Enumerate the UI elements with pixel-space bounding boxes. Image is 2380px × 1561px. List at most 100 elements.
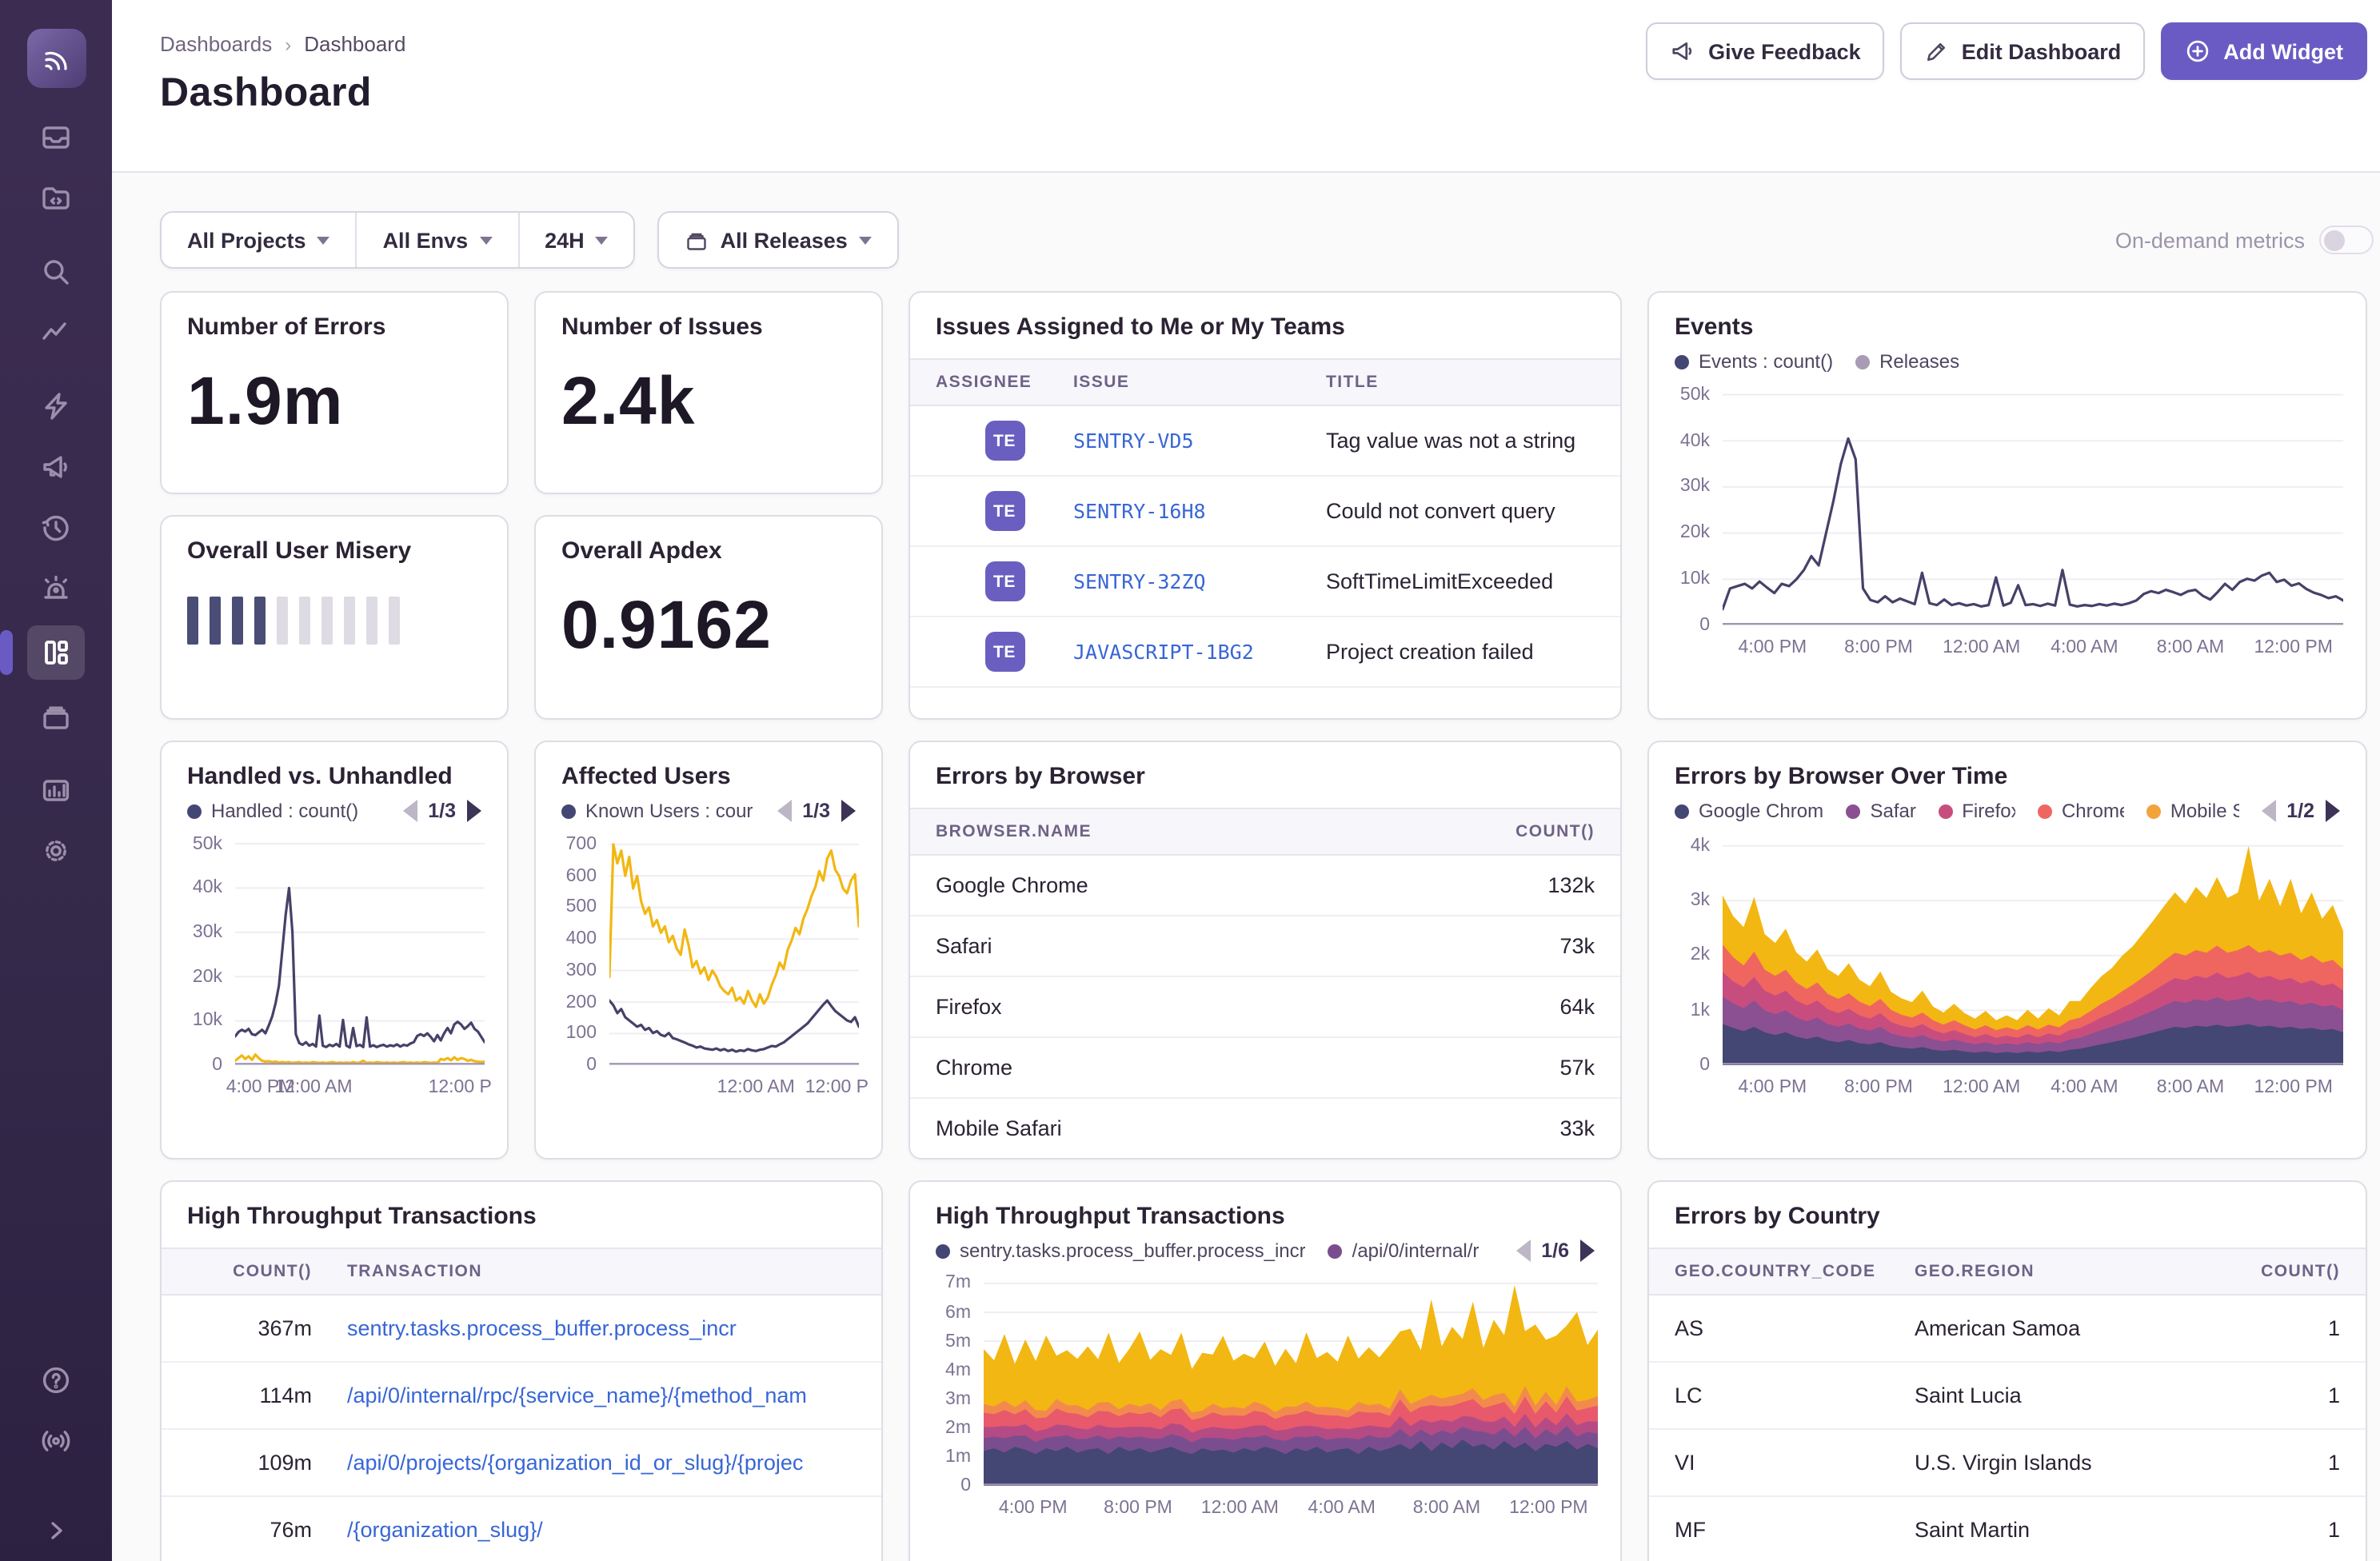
widget-number-of-issues[interactable]: Number of Issues 2.4k [534, 291, 883, 494]
sidebar-item-stats[interactable] [27, 766, 85, 814]
page-prev-icon[interactable] [1515, 1240, 1530, 1262]
widget-affected-users[interactable]: Affected Users Known Users : cour1/3 010… [534, 741, 883, 1160]
legend-item[interactable]: Google Chrome [1675, 800, 1824, 822]
table-row[interactable]: Chrome57k [910, 1038, 1620, 1099]
breadcrumb-dashboards[interactable]: Dashboards [160, 32, 272, 56]
page-prev-icon[interactable] [2261, 800, 2275, 822]
help-icon[interactable] [27, 1356, 85, 1404]
sidebar-item-queries-lightning[interactable] [27, 382, 85, 430]
chevron-down-icon [859, 236, 872, 244]
table-row[interactable]: TEJAVASCRIPT-1BG2Project creation failed [910, 617, 1620, 688]
legend-item[interactable]: Safari [1847, 800, 1916, 822]
project-filter[interactable]: All Projects [162, 213, 356, 267]
table-row[interactable]: TESENTRY-16H8Could not convert query [910, 477, 1620, 547]
widget-apdex[interactable]: Overall Apdex 0.9162 [534, 515, 883, 720]
table-row[interactable]: TESENTRY-32ZQSoftTimeLimitExceeded [910, 547, 1620, 617]
assignee-badge[interactable]: TE [984, 421, 1024, 461]
sentry-logo[interactable] [26, 29, 86, 88]
x-axis: 12:00 AM12:00 P [609, 1075, 862, 1107]
legend-item[interactable]: Events : count() [1675, 350, 1833, 373]
sidebar-item-dashboards[interactable] [27, 625, 85, 680]
widget-high-throughput-table[interactable]: High Throughput Transactions COUNT()TRAN… [160, 1180, 883, 1561]
assignee-badge[interactable]: TE [984, 632, 1024, 672]
sidebar-item-releases[interactable] [27, 693, 85, 741]
add-widget-button[interactable]: Add Widget [2161, 22, 2367, 80]
table-row[interactable]: Mobile Safari33k [910, 1099, 1620, 1160]
page-next-icon[interactable] [1580, 1240, 1595, 1262]
table-row[interactable]: Firefox64k [910, 977, 1620, 1038]
legend-item[interactable]: sentry.tasks.process_buffer.process_incr [936, 1240, 1306, 1262]
x-axis: 4:00 PM12:00 AM12:00 P [235, 1075, 488, 1107]
chevron-down-icon [479, 236, 492, 244]
sidebar-item-replays[interactable] [27, 504, 85, 552]
legend-dot [936, 1244, 950, 1258]
date-range-filter[interactable]: 24H [517, 213, 634, 267]
table-row[interactable]: 114m/api/0/internal/rpc/{service_name}/{… [162, 1363, 881, 1430]
table-row[interactable]: TESENTRY-VD5Tag value was not a string [910, 406, 1620, 477]
widget-errors-by-browser[interactable]: Errors by Browser BROWSER.NAMECOUNT()Goo… [908, 741, 1622, 1160]
page-next-icon[interactable] [2326, 800, 2340, 822]
widget-number-of-errors[interactable]: Number of Errors 1.9m [160, 291, 509, 494]
legend-dot [1855, 354, 1870, 369]
broadcast-icon[interactable] [27, 1417, 85, 1465]
sidebar-collapse-icon[interactable] [27, 1507, 85, 1555]
assignee-badge[interactable]: TE [984, 561, 1024, 601]
legend-item[interactable]: Releases [1855, 350, 1959, 373]
chart-legend: Handled : count()1/3 [162, 790, 507, 822]
table-header: BROWSER.NAMECOUNT() [910, 808, 1620, 856]
table-row[interactable]: MFSaint Martin1 [1649, 1497, 2366, 1561]
widget-errors-by-browser-over-time[interactable]: Errors by Browser Over Time Google Chrom… [1647, 741, 2367, 1160]
edit-dashboard-button[interactable]: Edit Dashboard [1901, 22, 2146, 80]
sidebar-item-user-feedback[interactable] [27, 443, 85, 491]
sidebar-item-settings-gear[interactable] [27, 827, 85, 875]
affected-users-line-chart[interactable] [609, 835, 859, 1065]
widget-handled-vs-unhandled[interactable]: Handled vs. Unhandled Handled : count()1… [160, 741, 509, 1160]
legend-item[interactable]: Mobile S [2146, 800, 2238, 822]
sidebar-item-performance[interactable] [27, 309, 85, 357]
legend-item[interactable]: Known Users : cour [561, 800, 753, 822]
table-row[interactable]: LCSaint Lucia1 [1649, 1363, 2366, 1430]
legend-dot [2146, 804, 2161, 818]
events-line-chart[interactable] [1723, 385, 2343, 625]
table-row[interactable]: 367msentry.tasks.process_buffer.process_… [162, 1296, 881, 1363]
widget-high-throughput-chart[interactable]: High Throughput Transactions sentry.task… [908, 1180, 1622, 1561]
widget-errors-by-country[interactable]: Errors by Country GEO.COUNTRY_CODEGEO.RE… [1647, 1180, 2367, 1561]
legend-pagination: 1/3 [777, 800, 856, 822]
page-prev-icon[interactable] [777, 800, 791, 822]
high-throughput-stacked-chart[interactable] [984, 1275, 1598, 1486]
table-row[interactable]: 109m/api/0/projects/{organization_id_or_… [162, 1430, 881, 1497]
table-row[interactable]: Safari73k [910, 916, 1620, 977]
give-feedback-button[interactable]: Give Feedback [1646, 22, 1885, 80]
widget-title: Errors by Browser [910, 742, 1620, 790]
release-filter[interactable]: All Releases [658, 211, 899, 269]
user-misery-score-bar [162, 565, 507, 645]
table-row[interactable]: VIU.S. Virgin Islands1 [1649, 1430, 2366, 1497]
widget-events-chart[interactable]: Events Events : count()Releases 010k20k3… [1647, 291, 2367, 720]
handled-line-chart[interactable] [235, 835, 485, 1065]
table-row[interactable]: 76m/{organization_slug}/ [162, 1497, 881, 1561]
widget-title: Overall User Misery [162, 517, 507, 565]
page-next-icon[interactable] [467, 800, 481, 822]
widget-user-misery[interactable]: Overall User Misery [160, 515, 509, 720]
table-header: GEO.COUNTRY_CODEGEO.REGIONCOUNT() [1649, 1248, 2366, 1296]
page-next-icon[interactable] [841, 800, 856, 822]
issues-assigned-table: ASSIGNEEISSUETITLETESENTRY-VD5Tag value … [910, 358, 1620, 688]
y-axis: 0100200300400500600700 [555, 835, 603, 1065]
widget-issues-assigned[interactable]: Issues Assigned to Me or My Teams ASSIGN… [908, 291, 1622, 720]
legend-item[interactable]: /api/0/internal/r [1328, 1240, 1480, 1262]
sidebar-item-projects[interactable] [27, 174, 85, 222]
errors-by-browser-stacked-chart[interactable] [1723, 835, 2343, 1065]
sidebar-item-issues[interactable] [27, 114, 85, 162]
legend-item[interactable]: Firefox [1938, 800, 2015, 822]
page-prev-icon[interactable] [402, 800, 417, 822]
environment-filter[interactable]: All Envs [356, 213, 518, 267]
table-row[interactable]: Google Chrome132k [910, 856, 1620, 916]
table-row[interactable]: ASAmerican Samoa1 [1649, 1296, 2366, 1363]
sidebar-item-search[interactable] [27, 248, 85, 296]
sidebar [0, 0, 112, 1561]
sidebar-item-alerts[interactable] [27, 565, 85, 613]
on-demand-toggle[interactable] [2319, 226, 2374, 254]
assignee-badge[interactable]: TE [984, 491, 1024, 531]
legend-item[interactable]: Handled : count() [187, 800, 358, 822]
legend-item[interactable]: Chrome [2038, 800, 2124, 822]
